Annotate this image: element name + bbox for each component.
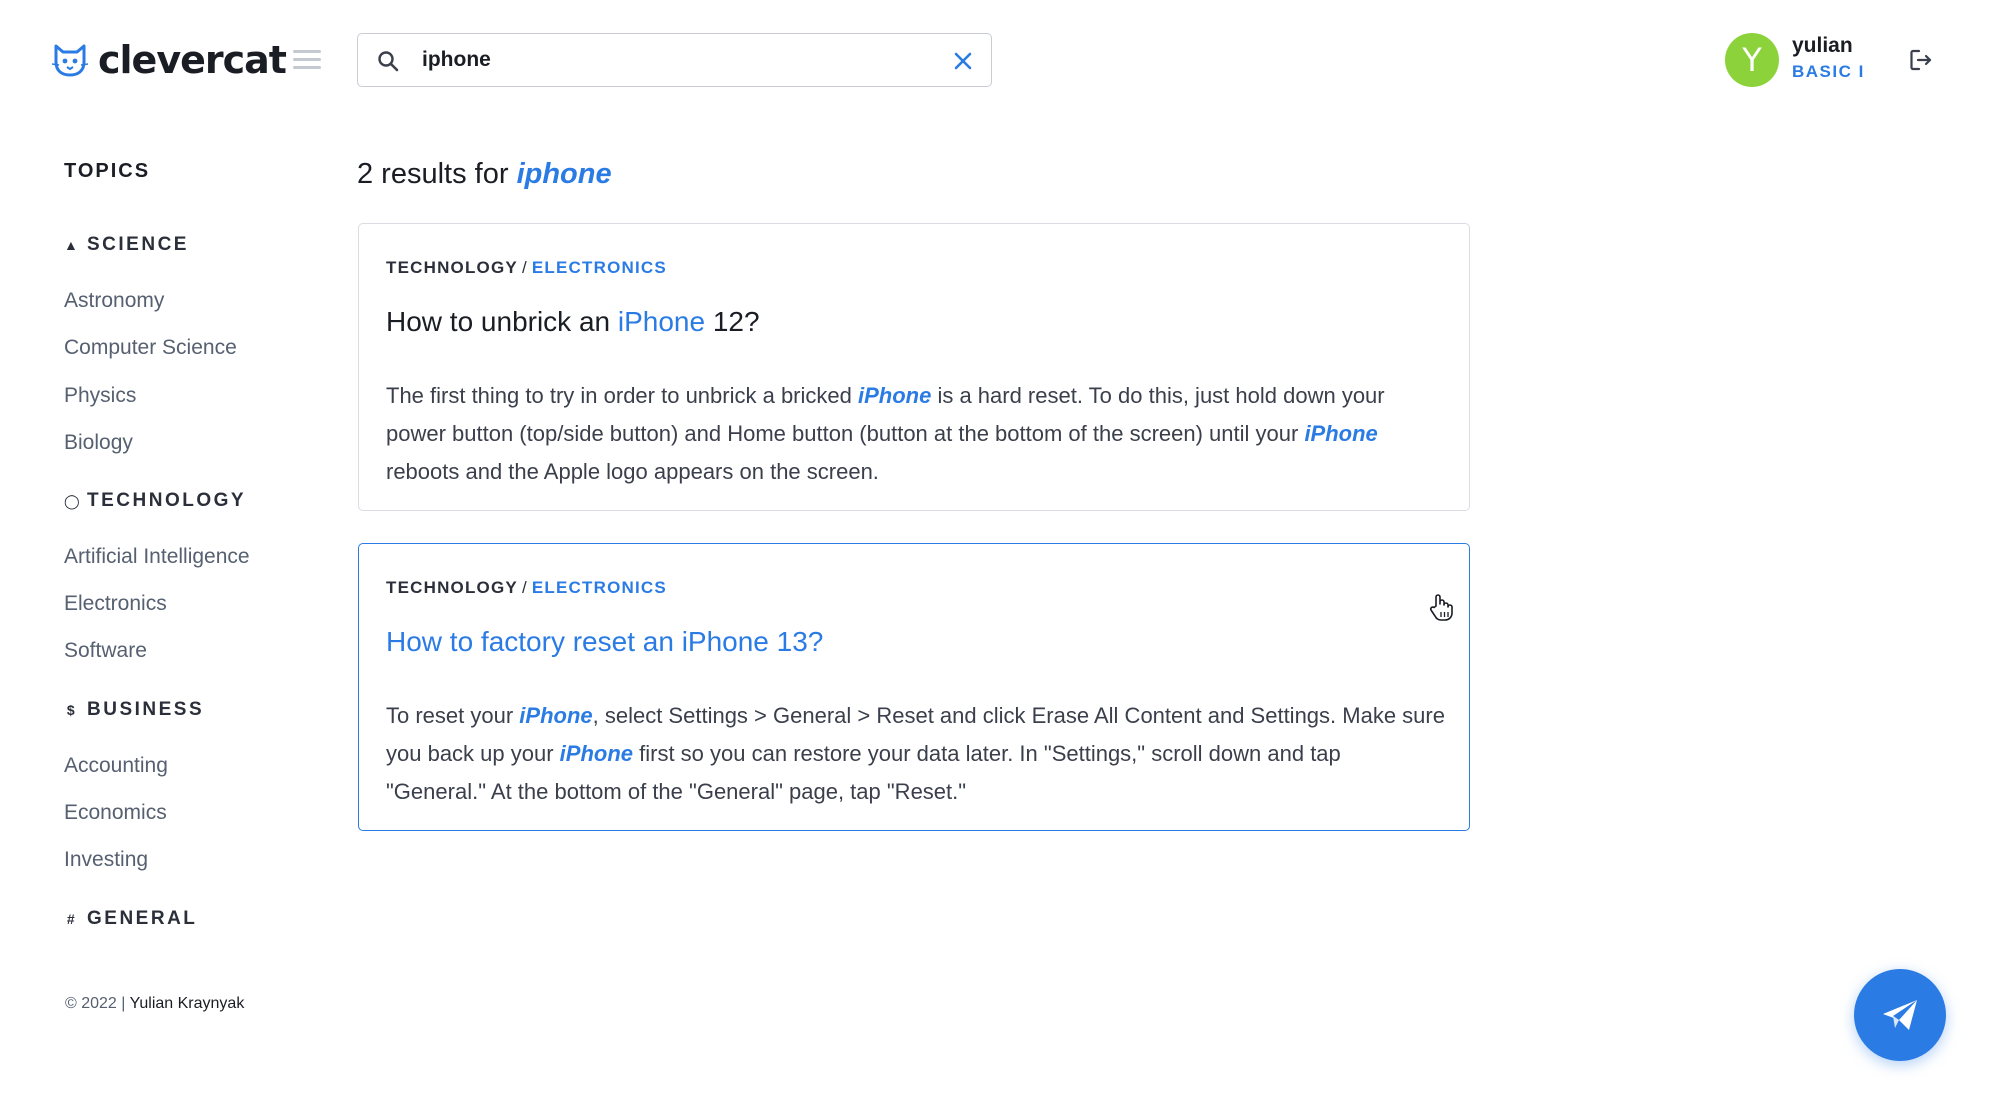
result-card[interactable]: TECHNOLOGY / ELECTRONICS How to unbrick an…: [358, 223, 1470, 511]
search-icon: [378, 51, 399, 72]
category-science[interactable]: ▲ SCIENCE: [64, 234, 189, 256]
breadcrumb-category[interactable]: TECHNOLOGY: [386, 578, 518, 597]
sidebar-item-electronics[interactable]: Electronics: [64, 592, 167, 616]
excerpt-text: The first thing to try in order to unbri…: [386, 383, 858, 408]
result-excerpt: The first thing to try in order to unbri…: [386, 377, 1446, 491]
avatar[interactable]: Y: [1725, 33, 1779, 87]
sidebar-item-software[interactable]: Software: [64, 639, 147, 663]
send-feedback-button[interactable]: [1854, 969, 1946, 1061]
highlighted-term: iPhone: [519, 703, 593, 728]
flask-icon: ▲: [64, 237, 81, 253]
user-name[interactable]: yulian: [1792, 34, 1853, 58]
menu-icon[interactable]: [293, 50, 321, 70]
breadcrumb-category[interactable]: TECHNOLOGY: [386, 258, 518, 277]
title-highlight: iPhone: [617, 306, 706, 337]
search-input[interactable]: [422, 44, 902, 76]
paper-plane-icon: [1883, 1000, 1917, 1030]
user-plan-badge: BASIC I: [1792, 62, 1865, 81]
logo[interactable]: clevercat: [52, 38, 287, 82]
clear-search-icon[interactable]: [951, 49, 975, 73]
highlighted-term: iPhone: [559, 741, 634, 766]
category-label: BUSINESS: [87, 699, 205, 720]
results-count: 2 results for: [357, 158, 509, 190]
excerpt-text: reboots and the Apple logo appears on th…: [386, 459, 879, 484]
hash-icon: #: [66, 911, 78, 927]
copyright: © 2022 | Yulian Kraynyak: [65, 995, 244, 1013]
category-label: GENERAL: [87, 908, 198, 929]
cat-logo-icon: [52, 44, 88, 77]
category-technology[interactable]: ◯ TECHNOLOGY: [64, 490, 246, 512]
category-label: TECHNOLOGY: [87, 490, 247, 511]
dollar-icon: $: [66, 702, 78, 718]
logo-text: clevercat: [98, 38, 287, 82]
breadcrumb: TECHNOLOGY / ELECTRONICS: [386, 578, 667, 597]
copyright-author-link[interactable]: Yulian Kraynyak: [130, 995, 245, 1012]
breadcrumb-subcategory[interactable]: ELECTRONICS: [532, 578, 667, 597]
results-heading: 2 results for iphone: [357, 158, 612, 191]
breadcrumb-subcategory[interactable]: ELECTRONICS: [532, 258, 667, 277]
sidebar-item-artificial-intelligence[interactable]: Artificial Intelligence: [64, 545, 250, 569]
sidebar-item-computer-science[interactable]: Computer Science: [64, 336, 237, 360]
logout-icon[interactable]: [1908, 47, 1934, 73]
category-general[interactable]: # GENERAL: [64, 908, 197, 930]
category-label: SCIENCE: [87, 234, 189, 255]
result-title[interactable]: How to unbrick an iPhone 12?: [386, 306, 760, 338]
breadcrumb: TECHNOLOGY / ELECTRONICS: [386, 258, 667, 277]
sidebar-item-economics[interactable]: Economics: [64, 801, 167, 825]
search-bar: [357, 33, 992, 87]
topics-title: TOPICS: [64, 160, 151, 182]
copyright-prefix: © 2022 |: [65, 995, 126, 1012]
hand-cursor-icon: [1429, 594, 1453, 621]
excerpt-text: To reset your: [386, 703, 520, 728]
sidebar-item-astronomy[interactable]: Astronomy: [64, 289, 164, 313]
category-business[interactable]: $ BUSINESS: [64, 699, 204, 721]
sidebar-item-biology[interactable]: Biology: [64, 431, 133, 455]
sidebar-item-accounting[interactable]: Accounting: [64, 754, 168, 778]
highlighted-term: iPhone: [1304, 421, 1378, 446]
result-card[interactable]: TECHNOLOGY / ELECTRONICS How to factory re…: [358, 543, 1470, 831]
sidebar-item-investing[interactable]: Investing: [64, 848, 148, 872]
sidebar-item-physics[interactable]: Physics: [64, 384, 136, 408]
results-query: iphone: [516, 158, 612, 190]
title-highlight: iPhone: [681, 626, 769, 657]
result-title[interactable]: How to factory reset an iPhone 13?: [386, 626, 823, 658]
highlighted-term: iPhone: [857, 383, 932, 408]
result-excerpt: To reset your iPhone, select Settings > …: [386, 697, 1446, 811]
globe-icon: ◯: [64, 492, 83, 509]
